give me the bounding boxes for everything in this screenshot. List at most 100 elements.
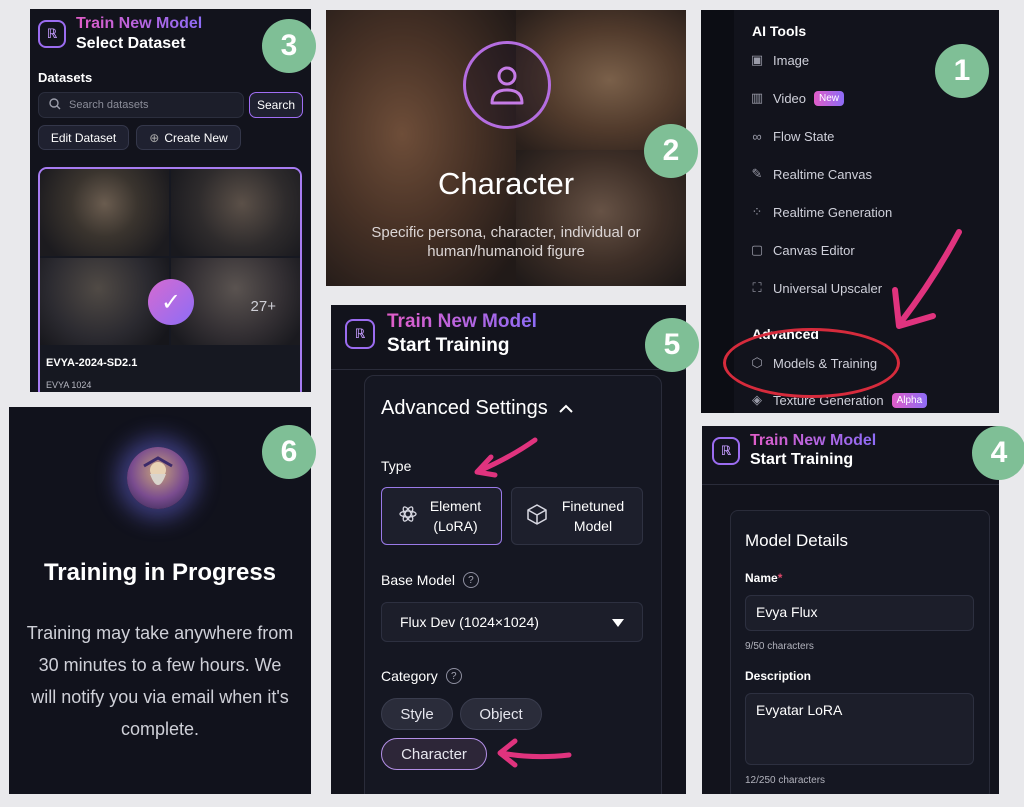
character-card-panel[interactable]: Character Specific persona, character, i… (326, 10, 686, 286)
person-icon (463, 41, 551, 129)
character-title: Character (437, 166, 575, 201)
search-input[interactable]: Search datasets (38, 92, 244, 118)
dataset-thumbnail (171, 169, 300, 256)
header-title: Train New Model (76, 15, 203, 32)
selected-check-icon: ✓ (148, 279, 194, 325)
sidebar-item-canvas-editor[interactable]: ▢ Canvas Editor (749, 242, 855, 258)
model-details-box: Model Details Name* Evya Flux 9/50 chara… (730, 510, 990, 794)
annotation-arrow-icon (474, 437, 538, 478)
create-new-label: Create New (164, 130, 228, 145)
annotation-arrow-icon (892, 229, 962, 329)
divider (331, 369, 686, 370)
category-label: Category? (381, 668, 462, 684)
app-logo-icon: ℝ (712, 436, 740, 465)
new-badge: New (814, 90, 845, 106)
model-details-panel: ℝ Train New Model Start Training Model D… (702, 426, 999, 794)
category-chip-style[interactable]: Style (381, 698, 453, 730)
sidebar-item-realtime-generation[interactable]: ⁘ Realtime Generation (749, 204, 893, 220)
advanced-settings-label: Advanced Settings (381, 397, 548, 419)
dataset-subtitle: EVYA 1024 (46, 380, 92, 390)
infinity-icon: ∞ (752, 128, 762, 144)
name-label: Name* (745, 571, 783, 585)
help-icon[interactable]: ? (445, 668, 462, 684)
category-chip-character[interactable]: Character (381, 738, 487, 770)
type-option-label: Element (LoRA) (429, 498, 482, 534)
description-field[interactable]: Evyatar LoRA (745, 693, 974, 765)
header-subtitle: Select Dataset (76, 35, 186, 52)
app-logo-icon: ℝ (38, 20, 66, 48)
alpha-badge: Alpha (891, 392, 928, 408)
dataset-card[interactable]: 27+ ✓ EVYA-2024-SD2.1 EVYA 1024 (38, 167, 302, 392)
dataset-thumbnail (40, 169, 169, 256)
sidebar-item-label: Realtime Generation (773, 204, 893, 220)
start-training-panel: ℝ Train New Model Start Training Advance… (331, 305, 686, 794)
base-model-select[interactable]: Flux Dev (1024×1024) (381, 602, 643, 642)
texture-icon: ◈ (752, 392, 762, 407)
name-field[interactable]: Evya Flux (745, 595, 974, 631)
type-option-label: Finetuned Model (561, 498, 625, 534)
step-badge-3: 3 (262, 19, 316, 73)
search-placeholder: Search datasets (69, 99, 149, 111)
search-button[interactable]: Search (249, 92, 303, 118)
sidebar-item-label: Image (773, 52, 810, 68)
canvas-icon: ▢ (750, 242, 764, 257)
video-icon: ▥ (750, 90, 764, 105)
sidebar-item-label: Video (773, 90, 807, 106)
more-images-count: 27+ (250, 298, 276, 315)
sidebar-item-video[interactable]: ▥ Video New (749, 90, 845, 106)
sidebar-item-label: Flow State (773, 128, 835, 144)
create-new-button[interactable]: ⊕ Create New (136, 125, 241, 150)
help-icon[interactable]: ? (462, 572, 479, 588)
base-model-label: Base Model? (381, 572, 479, 588)
select-dataset-panel: ℝ Train New Model Select Dataset Dataset… (30, 9, 311, 392)
sidebar-item-flow-state[interactable]: ∞ Flow State (749, 128, 834, 144)
highlight-circle (723, 328, 900, 398)
step-badge-6: 6 (262, 425, 316, 479)
grid-dots-icon: ⁘ (751, 204, 763, 219)
model-details-title: Model Details (745, 531, 848, 550)
annotation-arrow-icon (497, 738, 572, 768)
header-title: Train New Model (750, 432, 877, 449)
character-description: Specific persona, character, individual … (371, 224, 641, 260)
panel-header: ℝ Train New Model Select Dataset (38, 15, 202, 53)
panel-header: ℝ Train New Model Start Training (712, 432, 876, 469)
step-badge-2: 2 (644, 124, 698, 178)
chevron-up-icon (558, 397, 574, 420)
sidebar-item-image[interactable]: ▣ Image (749, 52, 809, 68)
dataset-name: EVYA-2024-SD2.1 (46, 357, 138, 369)
sidebar-item-label: Realtime Canvas (773, 166, 872, 182)
caret-down-icon (612, 614, 624, 630)
advanced-settings-toggle[interactable]: Advanced Settings (381, 397, 574, 420)
type-element-lora-button[interactable]: Element (LoRA) (381, 487, 502, 545)
base-model-value: Flux Dev (1024×1024) (400, 614, 539, 630)
image-icon: ▣ (750, 52, 764, 67)
upscale-icon: ⛶ (752, 280, 762, 295)
wizard-avatar-icon (127, 447, 189, 509)
type-label: Type (381, 458, 412, 474)
type-finetuned-model-button[interactable]: Finetuned Model (511, 487, 643, 545)
app-logo-icon: ℝ (345, 319, 375, 349)
description-char-count: 12/250 characters (745, 775, 826, 786)
edit-dataset-button[interactable]: Edit Dataset (38, 125, 129, 150)
brush-icon: ✎ (751, 166, 763, 181)
header-title: Train New Model (387, 311, 537, 332)
category-chip-object[interactable]: Object (460, 698, 542, 730)
step-badge-4: 4 (972, 426, 1024, 480)
plus-icon: ⊕ (149, 130, 160, 145)
training-title: Training in Progress (43, 559, 277, 586)
step-badge-5: 5 (645, 318, 699, 372)
sidebar-item-label: Universal Upscaler (773, 280, 883, 296)
description-label: Description (745, 669, 812, 683)
section-ai-tools: AI Tools (752, 23, 807, 39)
sidebar-item-label: Canvas Editor (773, 242, 855, 258)
divider (702, 484, 999, 485)
sidebar-item-realtime-canvas[interactable]: ✎ Realtime Canvas (749, 166, 872, 182)
step-badge-1: 1 (935, 44, 989, 98)
cube-icon (526, 503, 548, 530)
header-subtitle: Start Training (750, 451, 854, 468)
name-char-count: 9/50 characters (745, 641, 814, 652)
sidebar-item-universal-upscaler[interactable]: ⛶ Universal Upscaler (749, 280, 882, 296)
atom-icon (398, 505, 417, 528)
training-description: Training may take anywhere from 30 minut… (26, 623, 294, 739)
datasets-label: Datasets (38, 70, 93, 85)
